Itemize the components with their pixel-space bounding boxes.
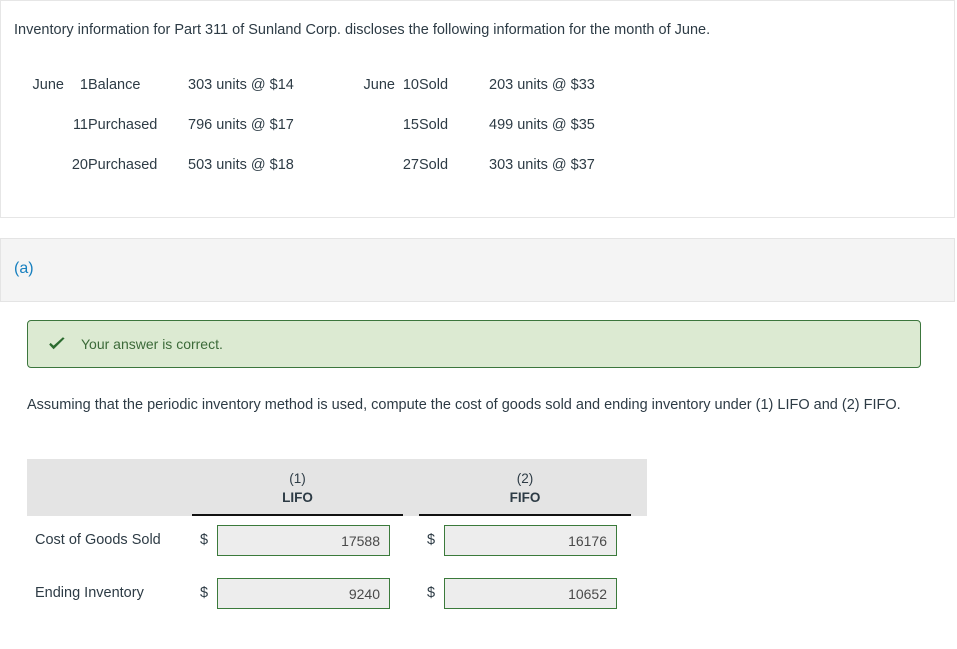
table-row: June 1 Balance 303 units @ $14 June 10 S… — [14, 65, 649, 105]
currency-symbol-lifo: $ — [200, 585, 209, 601]
problem-intro-text: Inventory information for Part 311 of Su… — [14, 22, 711, 38]
currency-symbol-fifo: $ — [427, 532, 436, 548]
column-header-fifo-name: FIFO — [509, 490, 541, 505]
answer-table-header-row: (1) LIFO (2) FIFO — [27, 459, 647, 516]
cost-of-goods-sold-fifo-input[interactable] — [444, 525, 617, 556]
check-icon — [47, 334, 67, 354]
row-day: 20 — [71, 157, 88, 173]
currency-symbol-lifo: $ — [200, 532, 209, 548]
inventory-information-table: June 1 Balance 303 units @ $14 June 10 S… — [14, 65, 649, 185]
column-header-lifo-number: (1) — [289, 471, 306, 486]
row-units-right: 203 units @ $33 — [489, 77, 595, 93]
row-action-right: Sold — [419, 77, 449, 93]
row-month-right — [343, 105, 395, 145]
column-header-lifo-name: LIFO — [282, 490, 313, 505]
row-month-right — [343, 145, 395, 185]
row-action-right: Sold — [419, 157, 449, 173]
row-action-right: Sold — [419, 117, 449, 133]
row-units: 796 units @ $17 — [188, 117, 294, 133]
row-day-right: 15 — [402, 117, 419, 133]
column-header-lifo: (1) LIFO — [192, 469, 403, 507]
page-root: Inventory information for Part 311 of Su… — [0, 0, 957, 649]
feedback-text: Your answer is correct. — [81, 336, 223, 352]
currency-symbol-fifo: $ — [427, 585, 436, 601]
section-header-a: (a) — [0, 238, 955, 302]
row-month-right: June — [363, 77, 395, 93]
column-header-fifo: (2) FIFO — [419, 469, 631, 507]
row-month — [14, 105, 64, 145]
row-action: Purchased — [88, 117, 158, 133]
row-month — [14, 145, 64, 185]
row-month: June — [32, 77, 64, 93]
answer-feedback-banner: Your answer is correct. — [27, 320, 921, 368]
ending-inventory-lifo-input[interactable] — [217, 578, 390, 609]
row-units-right: 303 units @ $37 — [489, 157, 595, 173]
row-day: 1 — [79, 77, 88, 93]
row-action: Purchased — [88, 157, 158, 173]
ending-inventory-fifo-input[interactable] — [444, 578, 617, 609]
table-row: 11 Purchased 796 units @ $17 15 Sold 499… — [14, 105, 649, 145]
row-label-ending-inventory: Ending Inventory — [35, 585, 144, 601]
table-row: 20 Purchased 503 units @ $18 27 Sold 303… — [14, 145, 649, 185]
section-label: (a) — [14, 260, 34, 277]
row-day-right: 10 — [402, 77, 419, 93]
problem-statement-card: Inventory information for Part 311 of Su… — [0, 0, 955, 218]
row-day-right: 27 — [402, 157, 419, 173]
answer-row-cost-of-goods-sold: Cost of Goods Sold $ $ — [27, 516, 647, 569]
cost-of-goods-sold-lifo-input[interactable] — [217, 525, 390, 556]
row-action: Balance — [88, 77, 141, 93]
row-label-cost-of-goods-sold: Cost of Goods Sold — [35, 532, 161, 548]
question-prompt-text: Assuming that the periodic inventory met… — [27, 397, 901, 413]
column-header-fifo-number: (2) — [516, 471, 534, 486]
answer-row-ending-inventory: Ending Inventory $ $ — [27, 569, 647, 622]
row-units: 503 units @ $18 — [188, 157, 294, 173]
row-units-right: 499 units @ $35 — [489, 117, 595, 133]
row-units: 303 units @ $14 — [188, 77, 294, 93]
answer-table: (1) LIFO (2) FIFO Cost of Goods Sold $ $… — [27, 459, 647, 622]
row-day: 11 — [72, 117, 88, 133]
